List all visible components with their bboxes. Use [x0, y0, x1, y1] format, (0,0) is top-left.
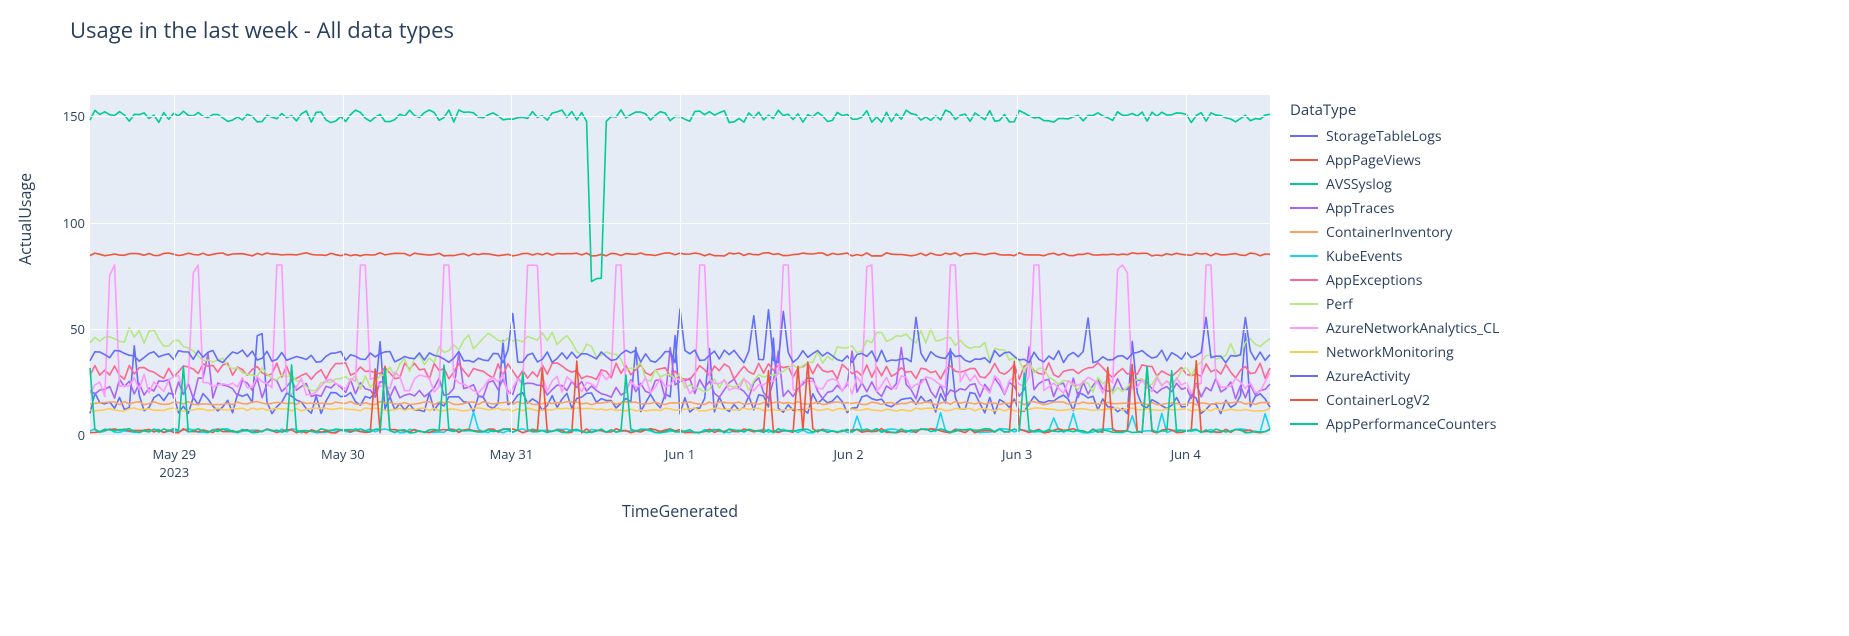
x-tick: Jun 3	[1002, 445, 1032, 463]
legend-item[interactable]: KubeEvents	[1290, 244, 1499, 268]
grid-v	[680, 95, 681, 435]
y-tick: 0	[55, 426, 85, 444]
x-tick: Jun 2	[833, 445, 863, 463]
legend-swatch	[1290, 279, 1318, 282]
chart-title: Usage in the last week - All data types	[70, 15, 454, 45]
legend-item[interactable]: AzureNetworkAnalytics_CL	[1290, 316, 1499, 340]
grid-v	[1186, 95, 1187, 435]
legend-item[interactable]: NetworkMonitoring	[1290, 340, 1499, 364]
legend-swatch	[1290, 231, 1318, 234]
legend-label: ContainerLogV2	[1326, 391, 1430, 410]
legend-label: AppPageViews	[1326, 151, 1421, 170]
legend-item[interactable]: StorageTableLogs	[1290, 124, 1499, 148]
legend-swatch	[1290, 135, 1318, 138]
legend-swatch	[1290, 303, 1318, 306]
grid-v	[849, 95, 850, 435]
grid-h	[90, 435, 1270, 436]
grid-v	[343, 95, 344, 435]
grid-v	[1017, 95, 1018, 435]
grid-v	[174, 95, 175, 435]
x-tick: Jun 4	[1171, 445, 1201, 463]
legend-item[interactable]: AppExceptions	[1290, 268, 1499, 292]
x-tick: Jun 1	[665, 445, 695, 463]
y-axis-label: ActualUsage	[14, 173, 36, 265]
legend-swatch	[1290, 255, 1318, 258]
legend-item[interactable]: ContainerLogV2	[1290, 388, 1499, 412]
legend-item[interactable]: AppPerformanceCounters	[1290, 412, 1499, 436]
x-axis-label: TimeGenerated	[622, 500, 738, 522]
legend-label: Perf	[1326, 295, 1353, 314]
legend-label: AppPerformanceCounters	[1326, 415, 1496, 434]
legend-label: AzureNetworkAnalytics_CL	[1326, 319, 1499, 338]
legend-item[interactable]: Perf	[1290, 292, 1499, 316]
legend-item[interactable]: AVSSyslog	[1290, 172, 1499, 196]
legend-label: AzureActivity	[1326, 367, 1410, 386]
legend-title: DataType	[1290, 100, 1499, 120]
plot-area[interactable]	[90, 95, 1270, 435]
legend-swatch	[1290, 327, 1318, 330]
legend: DataType StorageTableLogs AppPageViews AVS…	[1290, 100, 1499, 436]
legend-swatch	[1290, 399, 1318, 402]
y-tick: 150	[55, 107, 85, 125]
grid-v	[511, 95, 512, 435]
x-tick: May 30	[321, 445, 365, 463]
legend-label: NetworkMonitoring	[1326, 343, 1454, 362]
legend-label: StorageTableLogs	[1326, 127, 1442, 146]
x-tick: May 31	[490, 445, 534, 463]
legend-item[interactable]: AppTraces	[1290, 196, 1499, 220]
legend-label: AppTraces	[1326, 199, 1394, 218]
legend-label: ContainerInventory	[1326, 223, 1452, 242]
x-tick: May 292023	[152, 445, 196, 481]
legend-label: KubeEvents	[1326, 247, 1402, 266]
legend-swatch	[1290, 375, 1318, 378]
legend-label: AVSSyslog	[1326, 175, 1392, 194]
y-tick: 50	[55, 320, 85, 338]
legend-swatch	[1290, 159, 1318, 162]
legend-item[interactable]: AzureActivity	[1290, 364, 1499, 388]
y-tick: 100	[55, 214, 85, 232]
legend-swatch	[1290, 207, 1318, 210]
legend-item[interactable]: AppPageViews	[1290, 148, 1499, 172]
legend-swatch	[1290, 183, 1318, 186]
legend-label: AppExceptions	[1326, 271, 1422, 290]
chart-container: Usage in the last week - All data types …	[0, 0, 1849, 636]
legend-swatch	[1290, 351, 1318, 354]
legend-swatch	[1290, 423, 1318, 426]
legend-item[interactable]: ContainerInventory	[1290, 220, 1499, 244]
